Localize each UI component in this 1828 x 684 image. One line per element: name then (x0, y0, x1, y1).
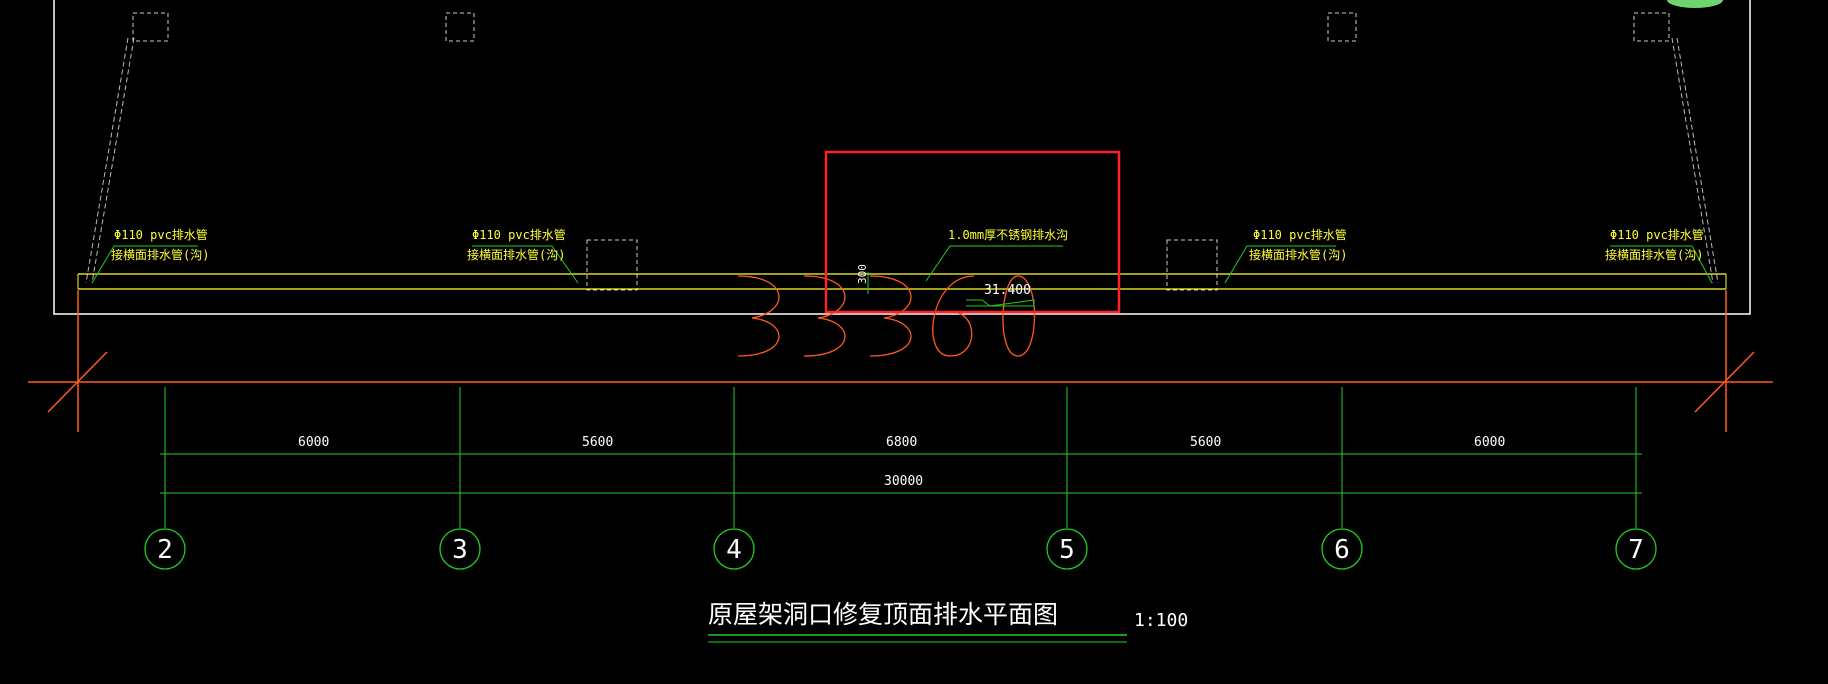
axis-label-7: 7 (1628, 535, 1644, 565)
axis-bubble-3[interactable]: 3 (439, 528, 481, 570)
pipe-label-4-line2: 接横面排水管(沟) (1605, 247, 1703, 262)
pipe-label-1-line1: Φ110 pvc排水管 (114, 227, 208, 242)
span-1: 6000 (298, 435, 329, 450)
pipe-label-2-line2: 接横面排水管(沟) (467, 247, 565, 262)
span-4: 5600 (1190, 435, 1221, 450)
axis-label-3: 3 (452, 535, 468, 565)
axis-label-2: 2 (157, 535, 173, 565)
axis-label-4: 4 (726, 535, 742, 565)
roof-outline (53, 0, 1751, 315)
column-dashed-3 (1327, 12, 1357, 42)
column-dashed-4 (1633, 12, 1670, 42)
drawing-title: 原屋架洞口修复顶面排水平面图 (708, 600, 1058, 629)
elevation-marker (966, 299, 1035, 307)
leader-3 (925, 245, 1063, 282)
column-dashed-2 (445, 12, 475, 42)
pipe-label-1-line2: 接横面排水管(沟) (111, 247, 209, 262)
column-dashed-6 (1166, 239, 1218, 291)
status-indicator-icon[interactable] (1667, 0, 1723, 8)
axis-bubble-6[interactable]: 6 (1321, 528, 1363, 570)
axis-label-6: 6 (1334, 535, 1350, 565)
axis-bubble-4[interactable]: 4 (713, 528, 755, 570)
dimension-extensions (160, 387, 1642, 528)
axis-label-5: 5 (1059, 535, 1075, 565)
axis-bubble-7[interactable]: 7 (1615, 528, 1657, 570)
axis-bubble-5[interactable]: 5 (1046, 528, 1088, 570)
gutter-label: 1.0mm厚不锈钢排水沟 (948, 228, 1068, 242)
span-total: 30000 (884, 474, 923, 489)
cad-drawing-canvas[interactable]: Φ110 pvc排水管 接横面排水管(沟) Φ110 pvc排水管 接横面排水管… (0, 0, 1828, 684)
span-5: 6000 (1474, 435, 1505, 450)
column-dashed-5 (586, 239, 638, 291)
span-3: 6800 (886, 435, 917, 450)
span-2: 5600 (582, 435, 613, 450)
pipe-label-2-line1: Φ110 pvc排水管 (472, 227, 566, 242)
drawing-scale: 1:100 (1134, 610, 1188, 631)
column-dashed-1 (132, 12, 169, 42)
elevation-label: 31.400 (984, 283, 1031, 298)
pipe-label-4-line1: Φ110 pvc排水管 (1610, 227, 1704, 242)
axis-bubble-2[interactable]: 2 (144, 528, 186, 570)
pipe-label-3-line2: 接横面排水管(沟) (1249, 247, 1347, 262)
pipe-label-3-line1: Φ110 pvc排水管 (1253, 227, 1347, 242)
width-label: 300 (856, 264, 869, 284)
